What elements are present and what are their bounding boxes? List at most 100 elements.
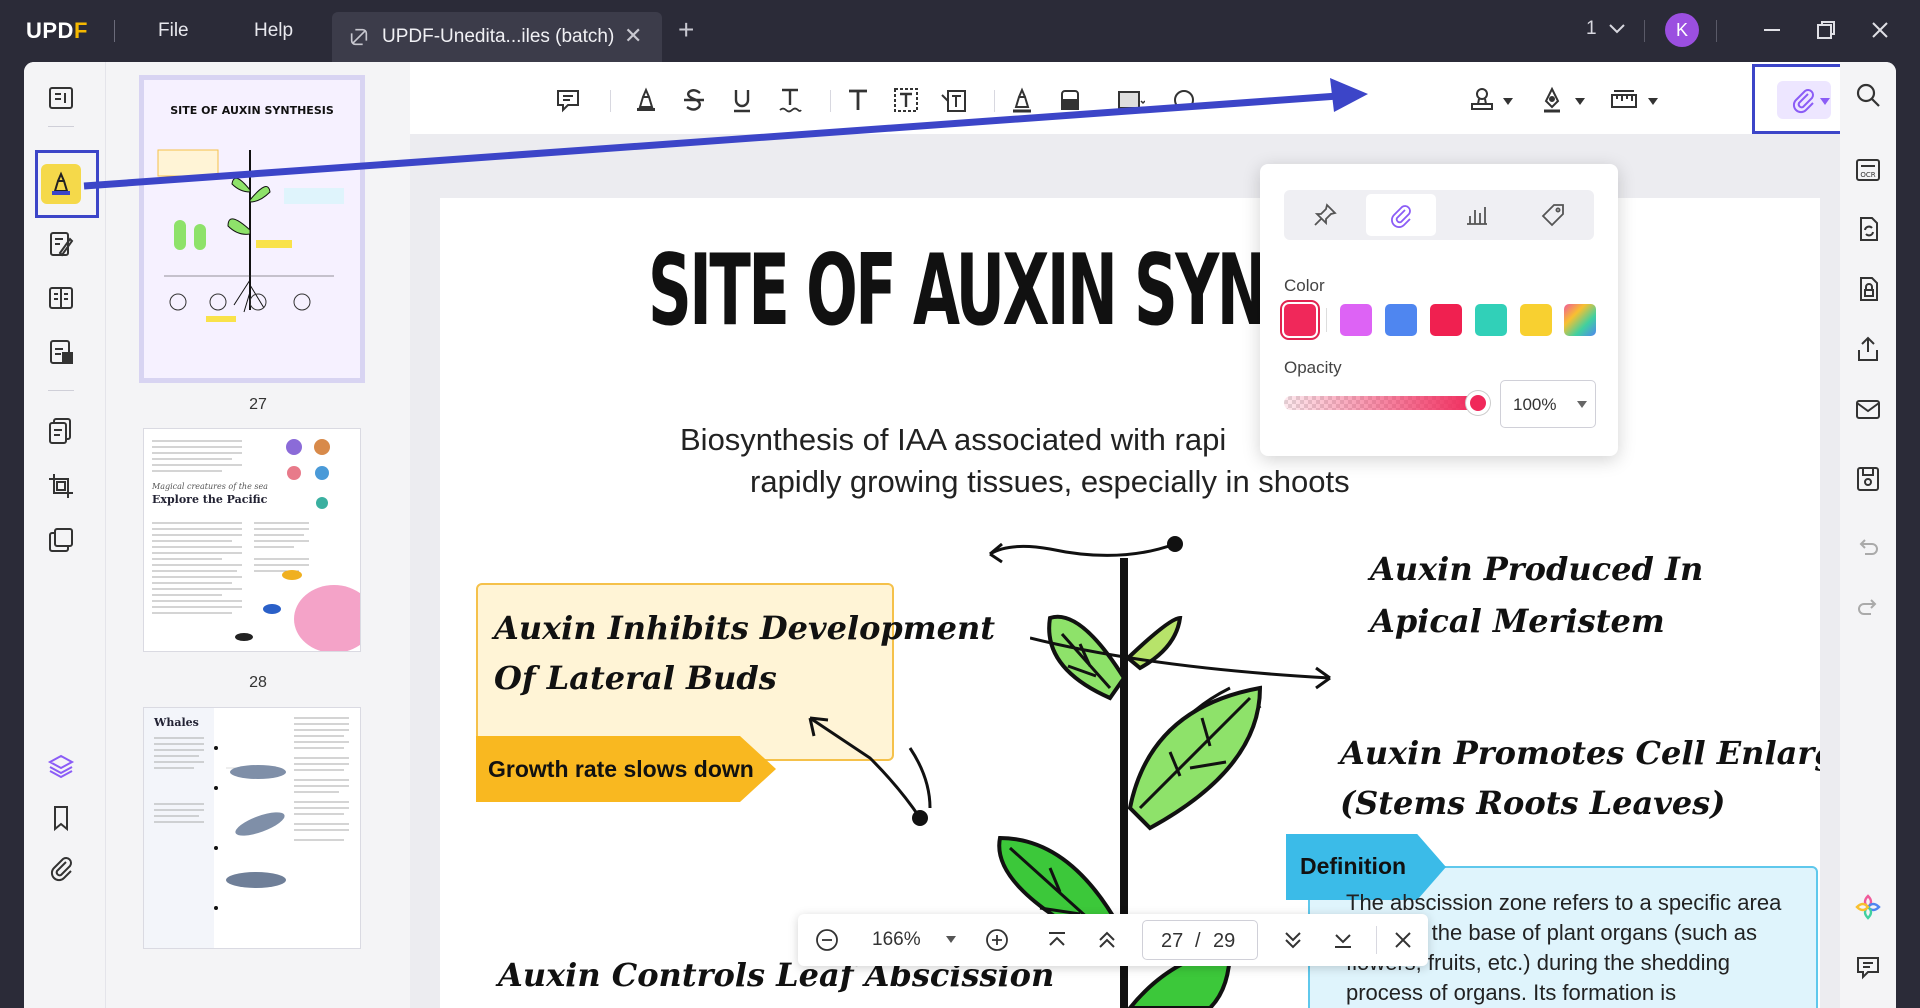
bookmark-button[interactable]	[41, 798, 81, 838]
app-frame: SITE OF AUXIN SYNTHESIS 27 Magical creat…	[24, 62, 1896, 1008]
menu-help[interactable]: Help	[254, 20, 293, 42]
thumbnail-29-heading: Whales	[153, 716, 199, 729]
crop-button[interactable]	[41, 466, 81, 506]
color-swatch-red-selected[interactable]	[1280, 300, 1320, 340]
menu-file[interactable]: File	[158, 20, 189, 42]
pencil-icon	[1013, 87, 1031, 113]
form-mode-button[interactable]	[41, 332, 81, 372]
shape-tool[interactable]	[1112, 82, 1148, 118]
ruler-tool[interactable]	[1606, 82, 1642, 118]
previous-page-button[interactable]	[1092, 925, 1122, 955]
restore-icon[interactable]	[1810, 14, 1842, 46]
last-page-button[interactable]	[1328, 925, 1358, 955]
thumbnail-page-28[interactable]: Magical creatures of the sea Explore the…	[144, 429, 360, 651]
measure-tool[interactable]	[1166, 82, 1202, 118]
signature-tool[interactable]	[1534, 82, 1570, 118]
thumbnail-28-heading: Explore the Pacific	[152, 493, 268, 506]
tab-tag[interactable]	[1518, 194, 1588, 236]
attachment-annotation-box	[1752, 64, 1848, 134]
note-tool[interactable]	[550, 82, 586, 118]
document-tab[interactable]: UPDF-Unedita...iles (batch) ✕	[332, 12, 662, 62]
measure-icon	[1174, 90, 1194, 110]
protect-button[interactable]	[41, 520, 81, 560]
email-button[interactable]	[1853, 394, 1883, 424]
page-organize-button[interactable]	[41, 278, 81, 318]
eraser-tool[interactable]	[1052, 82, 1088, 118]
opacity-dropdown[interactable]: 100%	[1500, 380, 1596, 428]
attachments-button[interactable]	[41, 848, 81, 888]
mail-icon	[1856, 400, 1880, 419]
window-count-dropdown[interactable]: 1	[1586, 18, 1625, 40]
reader-icon	[49, 87, 73, 109]
highlight-tool[interactable]	[628, 82, 664, 118]
stamp-caret-icon[interactable]	[1503, 98, 1513, 106]
zoom-level[interactable]: 166%	[872, 929, 921, 951]
color-swatch-crimson[interactable]	[1430, 304, 1462, 336]
opacity-slider-handle[interactable]	[1466, 391, 1490, 415]
minimize-icon[interactable]	[1756, 14, 1788, 46]
pencil-tool[interactable]	[1004, 82, 1040, 118]
text-callout-tool[interactable]	[936, 82, 972, 118]
zoom-in-button[interactable]	[982, 925, 1012, 955]
undo-button[interactable]	[1853, 532, 1883, 562]
tab-paperclip[interactable]	[1366, 194, 1436, 236]
comments-panel-button[interactable]	[1853, 952, 1883, 982]
color-swatch-violet[interactable]	[1340, 304, 1372, 336]
squiggly-tool[interactable]	[772, 82, 808, 118]
share-button[interactable]	[1853, 334, 1883, 364]
save-button[interactable]	[1853, 464, 1883, 494]
highlighter-icon	[637, 87, 655, 111]
stamp-tool[interactable]	[1464, 82, 1500, 118]
ai-assistant-button[interactable]	[1853, 892, 1883, 922]
color-swatch-blue[interactable]	[1385, 304, 1417, 336]
tab-graph[interactable]	[1442, 194, 1512, 236]
zoom-out-button[interactable]	[812, 925, 842, 955]
apical-label-line1: Auxin Produced In	[1370, 550, 1704, 588]
layers-button[interactable]	[41, 746, 81, 786]
color-swatch-yellow[interactable]	[1520, 304, 1552, 336]
text-tool[interactable]	[840, 82, 876, 118]
page-subtitle-line2: rapidly growing tissues, especially in s…	[750, 464, 1350, 499]
opacity-value: 100%	[1513, 395, 1557, 414]
signature-caret-icon[interactable]	[1575, 98, 1585, 106]
tab-pin[interactable]	[1290, 194, 1360, 236]
thumbnail-page-29[interactable]: Whales	[144, 708, 360, 948]
text-box-tool[interactable]	[888, 82, 924, 118]
eraser-icon	[1061, 90, 1079, 110]
lock-doc-icon	[1860, 277, 1878, 301]
redo-button[interactable]	[1853, 592, 1883, 622]
convert-pdf-button[interactable]	[1853, 214, 1883, 244]
convert-button[interactable]	[41, 410, 81, 450]
protect-pdf-button[interactable]	[1853, 274, 1883, 304]
ruler-caret-icon[interactable]	[1648, 98, 1658, 106]
divider	[830, 90, 831, 112]
close-zoombar-button[interactable]	[1388, 925, 1418, 955]
opacity-slider[interactable]	[1284, 396, 1478, 410]
divider	[1376, 926, 1377, 954]
convert-icon	[1860, 217, 1878, 241]
add-tab-button[interactable]: +	[678, 16, 694, 44]
search-button[interactable]	[1853, 80, 1883, 110]
first-page-button[interactable]	[1042, 925, 1072, 955]
definition-tag-label: Definition	[1300, 853, 1407, 879]
close-window-icon[interactable]	[1864, 14, 1896, 46]
color-picker-rainbow[interactable]	[1564, 304, 1596, 336]
bookmark-icon	[54, 806, 68, 832]
chevron-down-icon	[1609, 24, 1625, 34]
next-page-button[interactable]	[1278, 925, 1308, 955]
zoom-caret-icon[interactable]	[946, 936, 956, 943]
avatar[interactable]: K	[1665, 13, 1699, 47]
window-count: 1	[1586, 18, 1597, 39]
strikethrough-tool[interactable]	[676, 82, 712, 118]
edit-mode-button[interactable]	[41, 224, 81, 264]
ocr-button[interactable]: OCR	[1853, 154, 1883, 184]
thumbnail-page-27[interactable]: SITE OF AUXIN SYNTHESIS	[144, 80, 360, 378]
paperclip-icon	[1391, 205, 1411, 228]
close-tab-icon[interactable]: ✕	[624, 23, 642, 49]
growth-rate-label: Growth rate slows down	[488, 756, 754, 782]
document-canvas[interactable]: SITE OF AUXIN SYN Biosynthesis of IAA as…	[410, 134, 1840, 1008]
underline-tool[interactable]	[724, 82, 760, 118]
color-swatch-teal[interactable]	[1475, 304, 1507, 336]
reader-mode-button[interactable]	[41, 78, 81, 118]
page-number-input[interactable]: 27 / 29	[1142, 920, 1258, 960]
